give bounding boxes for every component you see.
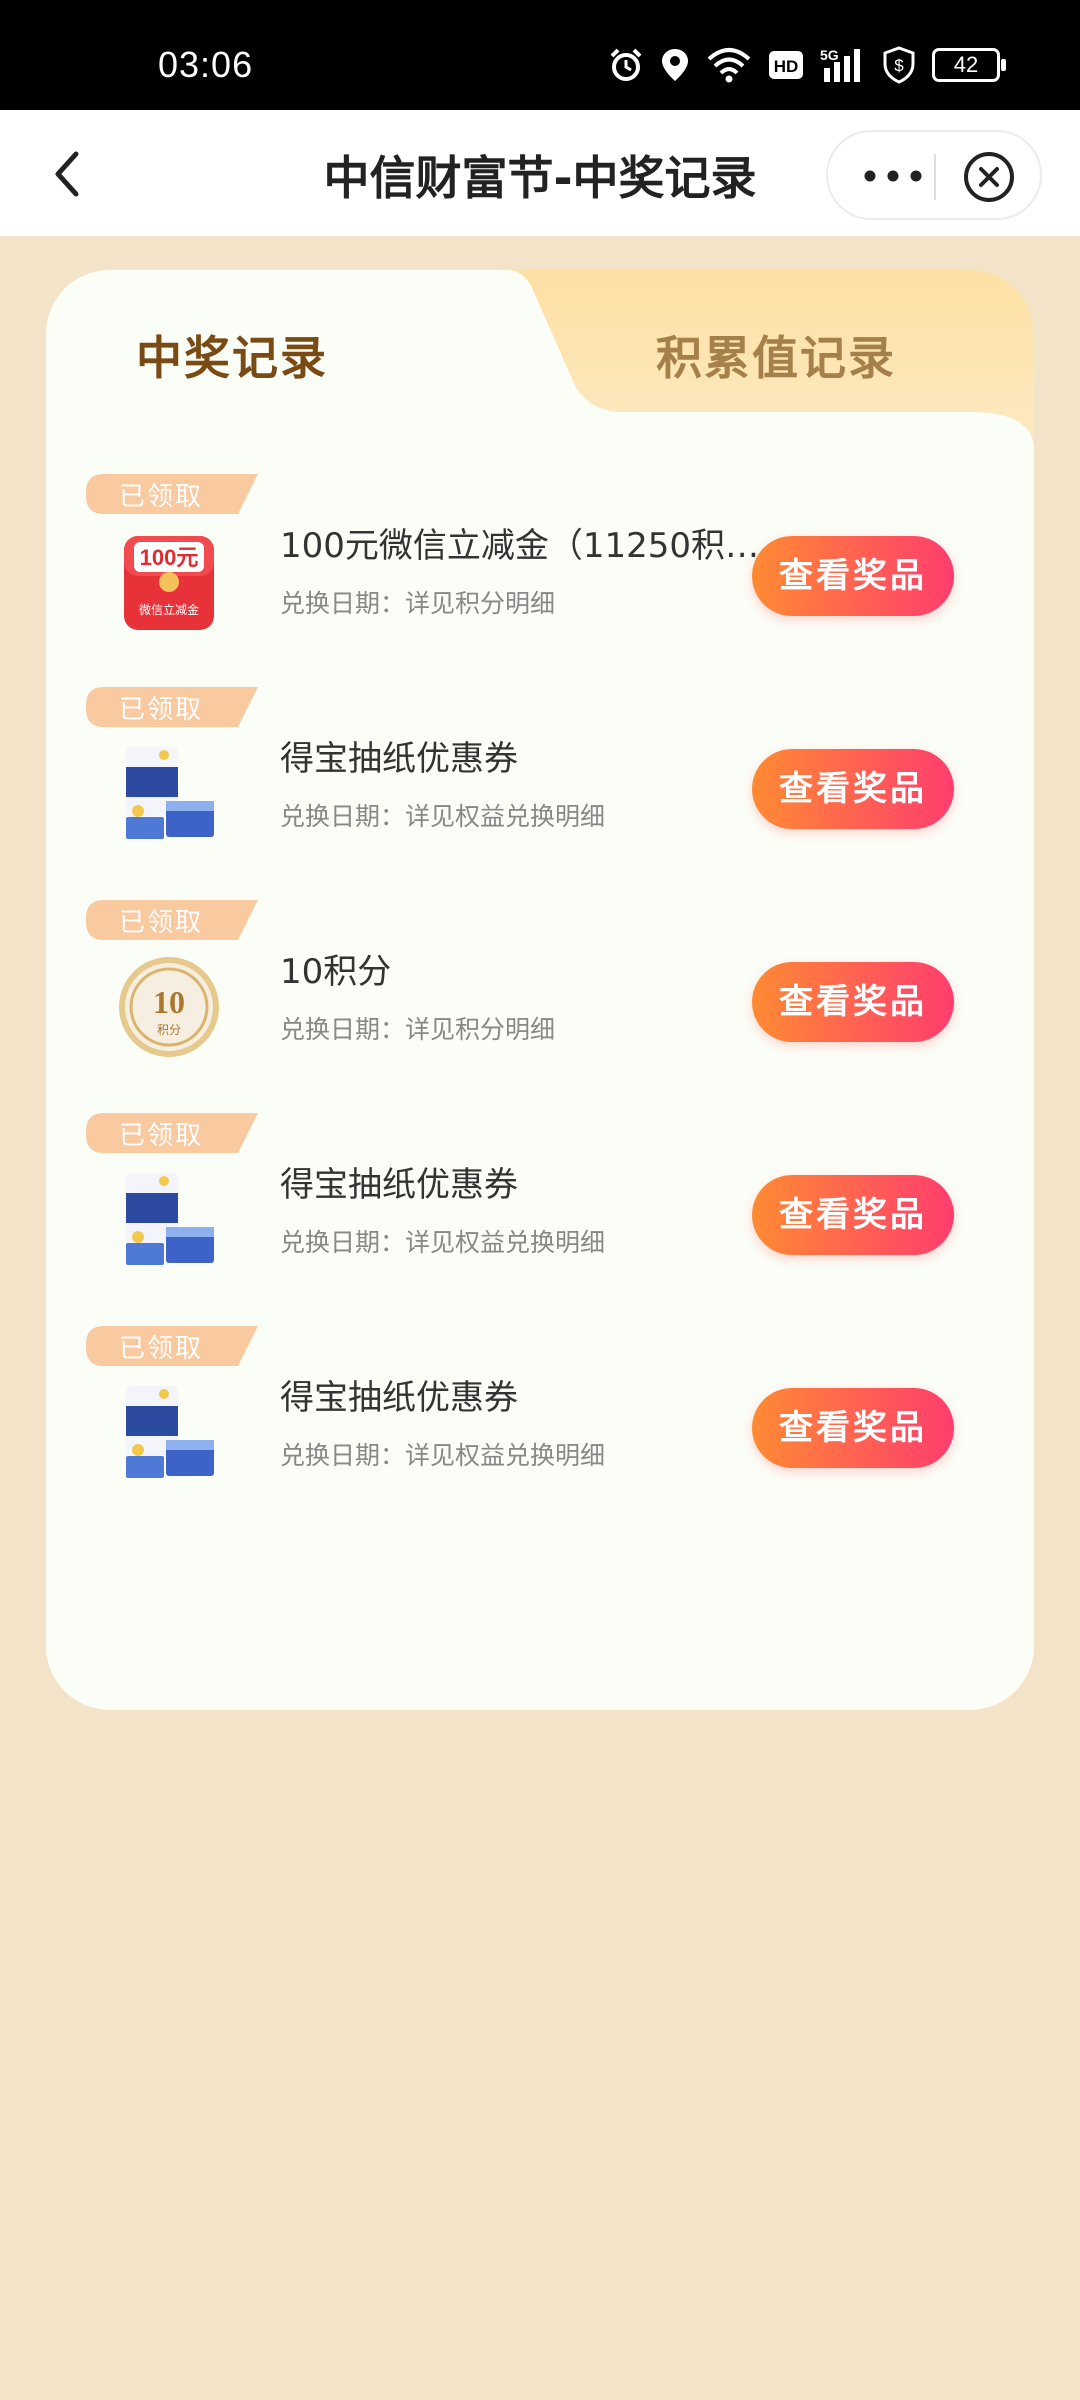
claimed-tag-label: 已领取 (118, 908, 203, 938)
record-date: 兑换日期：详见权益兑换明细 (280, 802, 606, 831)
record-title: 得宝抽纸优惠券 (280, 1378, 518, 1418)
mini-program-capsule (826, 130, 1042, 220)
status-icons: HD 5G $ 42 (608, 46, 1006, 84)
close-circle-icon[interactable] (962, 150, 1016, 204)
claimed-tag-label: 已领取 (118, 695, 203, 725)
view-prize-button[interactable]: 查看奖品 (752, 1175, 954, 1255)
svg-text:10: 10 (153, 984, 185, 1020)
svg-text:积分: 积分 (157, 1023, 181, 1037)
list-item: 已领取 得宝抽纸优惠券 兑换日期：详见权益兑换明细 查看奖品 (46, 1113, 1034, 1326)
record-date: 兑换日期：详见权益兑换明细 (280, 1228, 606, 1257)
view-prize-button[interactable]: 查看奖品 (752, 1388, 954, 1468)
tab-accumulation-records[interactable]: 积累值记录 (656, 322, 896, 388)
records-card: 中奖记录 积累值记录 已领取 100元 微信立减金 100元微信立减金（1125… (46, 270, 1034, 1710)
record-title: 得宝抽纸优惠券 (280, 739, 518, 779)
tissue-product-icon (126, 1386, 214, 1478)
claimed-tag-label: 已领取 (118, 482, 203, 512)
more-dots-icon[interactable] (858, 154, 928, 198)
tab-win-records[interactable]: 中奖记录 (136, 322, 328, 388)
wechat-cash-voucher-icon: 100元 微信立减金 (124, 536, 214, 630)
svg-text:微信立减金: 微信立减金 (139, 602, 199, 617)
record-date: 兑换日期：详见积分明细 (280, 589, 556, 618)
record-title: 100元微信立减金（11250积分... (280, 526, 770, 566)
tissue-product-icon (126, 1173, 214, 1265)
record-title: 10积分 (280, 952, 392, 992)
svg-text:$: $ (894, 56, 904, 75)
points-coin-icon: 10 积分 (119, 957, 219, 1057)
location-icon (662, 49, 688, 81)
wifi-icon (707, 48, 751, 83)
view-prize-button[interactable]: 查看奖品 (752, 749, 954, 829)
svg-text:100元: 100元 (140, 545, 199, 570)
tissue-product-icon (126, 747, 214, 839)
hd-icon: HD (769, 51, 803, 79)
record-list: 已领取 100元 微信立减金 100元微信立减金（11250积分... 兑换日期… (46, 474, 1034, 1539)
list-item: 已领取 10 积分 10积分 兑换日期：详见积分明细 查看奖品 (46, 900, 1034, 1113)
alarm-icon (610, 48, 642, 81)
svg-text:HD: HD (774, 57, 799, 76)
nav-bar: 中信财富节-中奖记录 (0, 110, 1080, 236)
capsule-divider (934, 154, 936, 200)
claimed-tag-label: 已领取 (118, 1121, 203, 1151)
view-prize-button[interactable]: 查看奖品 (752, 962, 954, 1042)
signal-5g-icon: 5G (820, 47, 860, 82)
shield-dollar-icon: $ (883, 46, 915, 84)
record-date: 兑换日期：详见积分明细 (280, 1015, 556, 1044)
record-date: 兑换日期：详见权益兑换明细 (280, 1441, 606, 1470)
list-item: 已领取 得宝抽纸优惠券 兑换日期：详见权益兑换明细 查看奖品 (46, 1326, 1034, 1539)
view-prize-button[interactable]: 查看奖品 (752, 536, 954, 616)
status-bar: 03:06 HD 5G $ 42 (0, 0, 1080, 110)
status-time: 03:06 (158, 44, 254, 85)
svg-text:5G: 5G (820, 47, 839, 63)
list-item: 已领取 100元 微信立减金 100元微信立减金（11250积分... 兑换日期… (46, 474, 1034, 687)
record-title: 得宝抽纸优惠券 (280, 1165, 518, 1205)
list-item: 已领取 得宝抽纸优惠券 兑换日期：详见权益兑换明细 查看奖品 (46, 687, 1034, 900)
battery-icon: 42 (932, 48, 1006, 82)
claimed-tag-label: 已领取 (118, 1334, 203, 1364)
